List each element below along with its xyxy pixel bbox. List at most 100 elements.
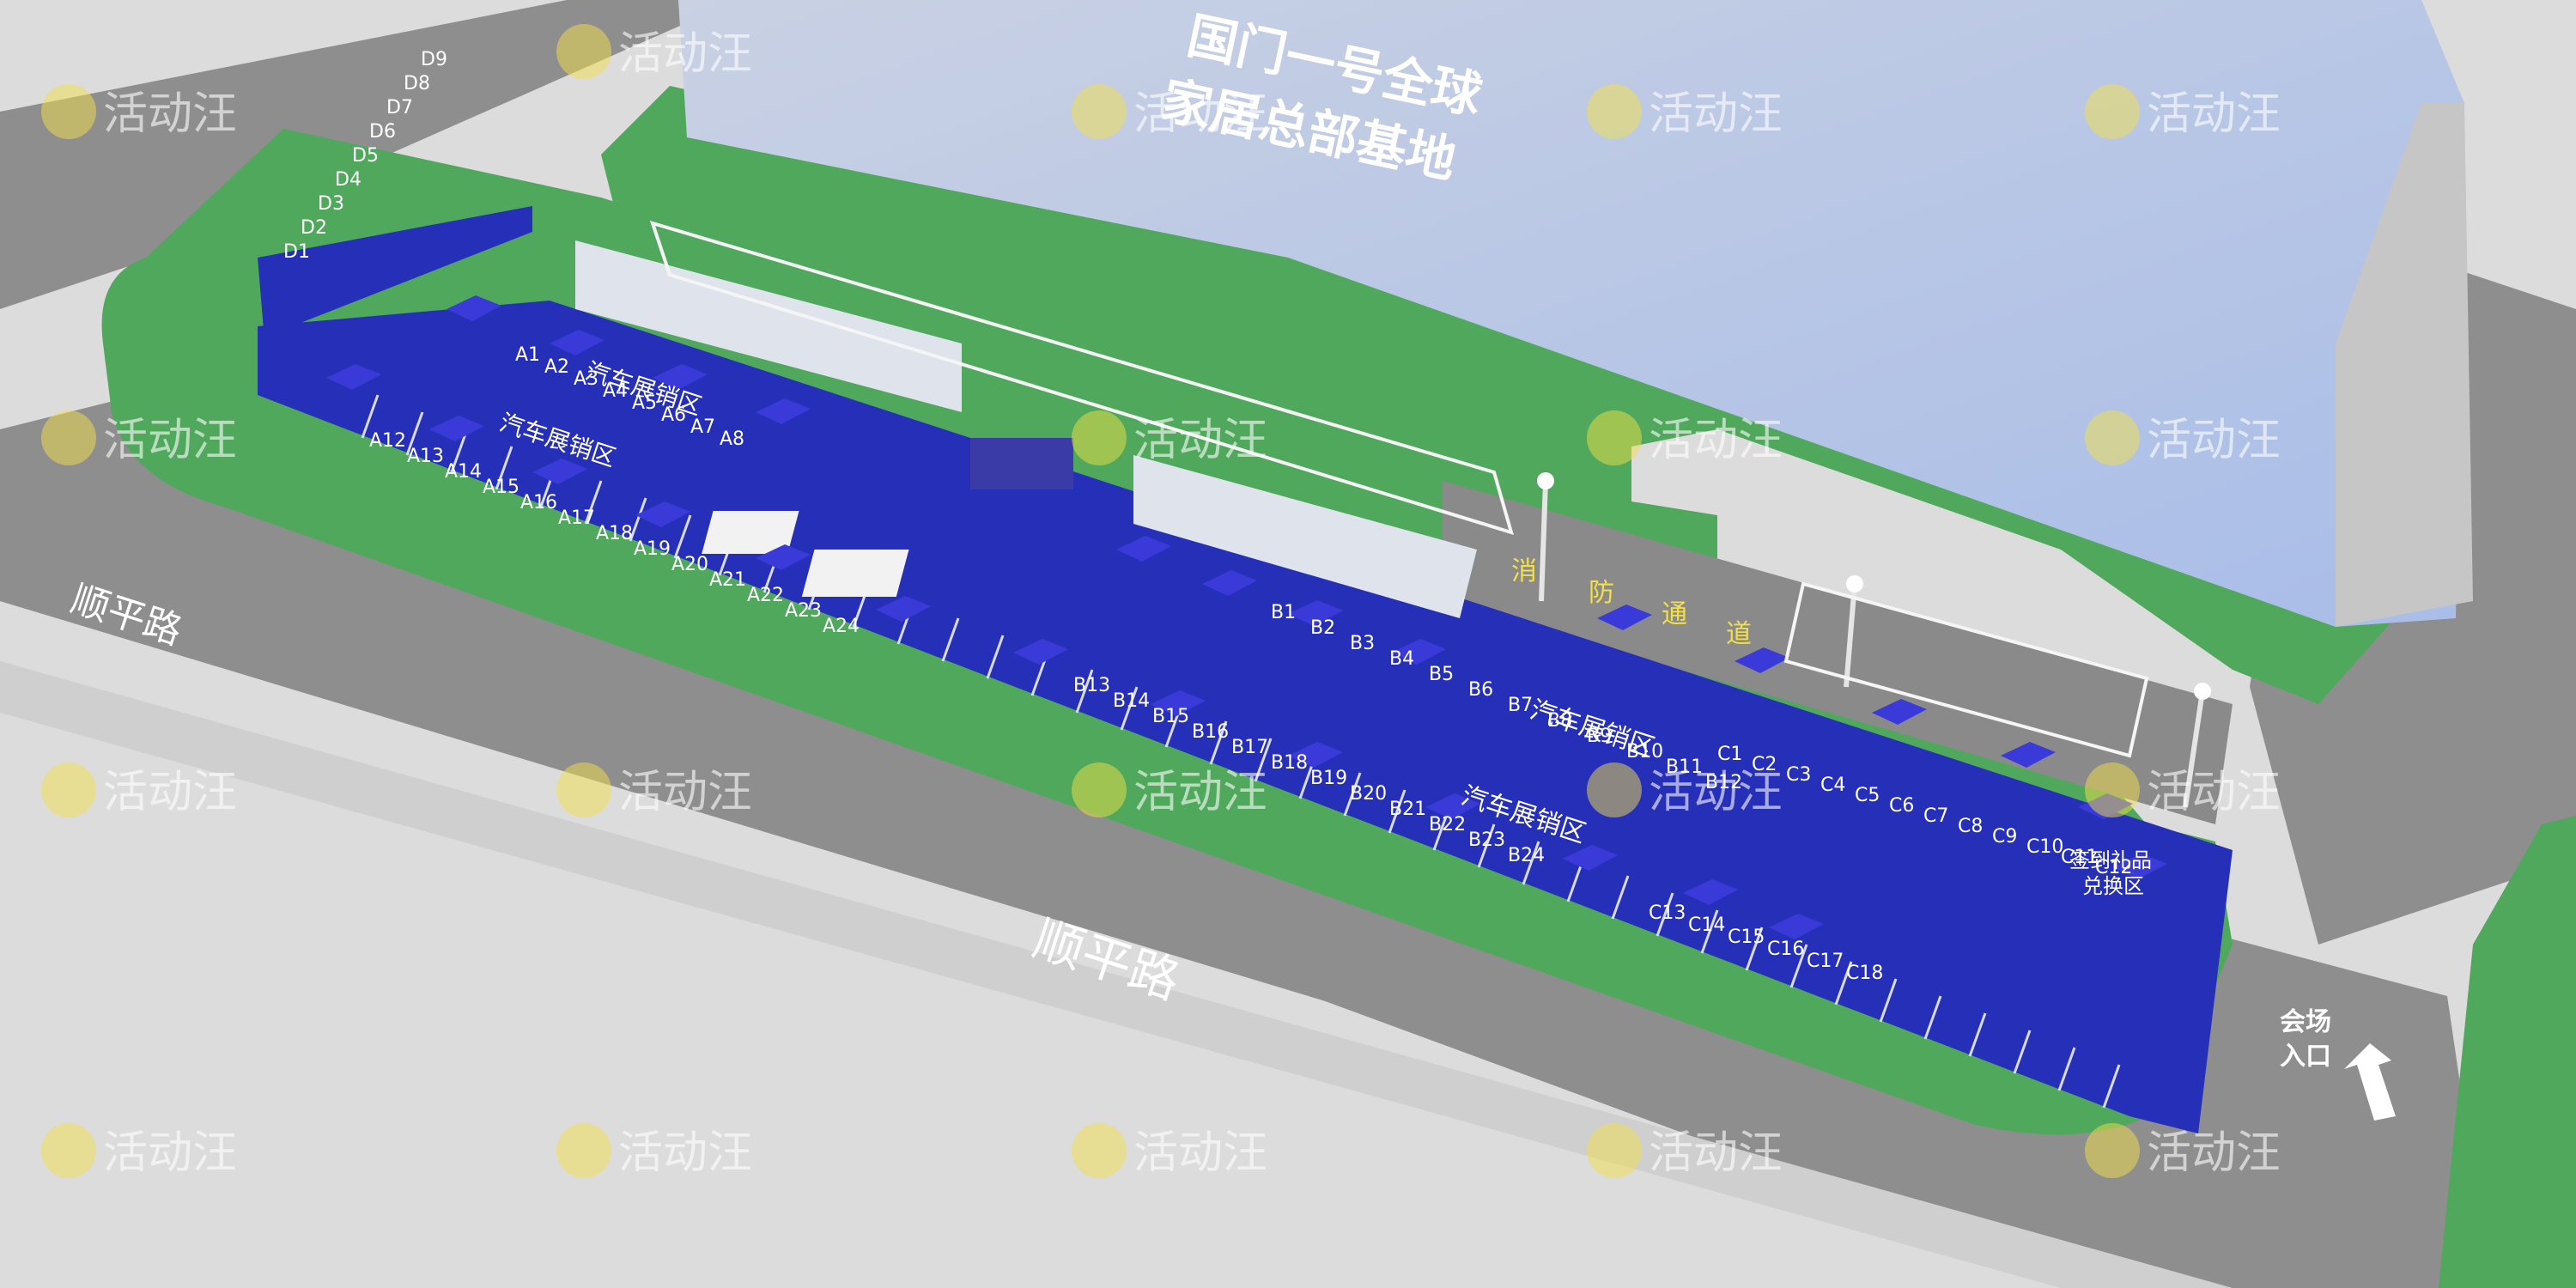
watermark-mascot-icon: [41, 84, 96, 139]
watermark-mascot-icon: [1587, 410, 1642, 465]
watermark: 活动汪: [103, 88, 237, 140]
parking-slot-a3: A3: [574, 368, 598, 390]
parking-slot-a16: A16: [520, 492, 557, 513]
watermark-mascot-icon: [41, 762, 96, 817]
parking-slot-a21: A21: [709, 569, 746, 591]
parking-slot-a23: A23: [785, 600, 822, 622]
parking-slot-b1: B1: [1271, 602, 1296, 623]
fire-lane-char-4: 道: [1726, 619, 1752, 649]
parking-slot-b19: B19: [1310, 768, 1347, 789]
parking-slot-b18: B18: [1271, 752, 1308, 774]
parking-slot-c1: C1: [1717, 744, 1742, 765]
watermark: 活动汪: [1133, 88, 1267, 140]
parking-slot-a12: A12: [369, 430, 406, 452]
parking-slot-b20: B20: [1350, 783, 1387, 805]
parking-slot-a7: A7: [690, 416, 715, 438]
parking-slot-b22: B22: [1429, 814, 1466, 835]
watermark-mascot-icon: [1587, 762, 1642, 817]
watermark: 活动汪: [103, 767, 237, 818]
watermark: 活动汪: [103, 1127, 237, 1179]
fire-lane-char-1: 消: [1511, 556, 1537, 586]
watermark-mascot-icon: [1072, 1123, 1127, 1178]
parking-slot-c13: C13: [1649, 902, 1686, 924]
parking-slot-a18: A18: [596, 523, 633, 544]
watermark-mascot-icon: [41, 410, 96, 465]
watermark-mascot-icon: [41, 1123, 96, 1178]
entrance-label-line2: 入口: [2280, 1042, 2331, 1072]
parking-slot-c5: C5: [1855, 785, 1880, 806]
watermark-mascot-icon: [1587, 84, 1642, 139]
parking-slot-b21: B21: [1389, 799, 1426, 820]
watermark-mascot-icon: [1072, 410, 1127, 465]
parking-slot-d5: D5: [352, 145, 379, 167]
parking-slot-c14: C14: [1688, 914, 1725, 936]
main-stage: [970, 438, 1073, 489]
parking-slot-b2: B2: [1310, 617, 1335, 639]
watermark: 活动汪: [1649, 88, 1783, 140]
parking-slot-c10: C10: [2026, 836, 2063, 858]
parking-slot-b13: B13: [1073, 675, 1110, 696]
parking-slot-d4: D4: [335, 169, 361, 191]
watermark: 活动汪: [1649, 415, 1783, 466]
watermark: 活动汪: [618, 767, 752, 818]
parking-slot-a17: A17: [558, 507, 595, 529]
watermark-mascot-icon: [556, 24, 611, 79]
parking-slot-c8: C8: [1958, 816, 1983, 837]
parking-slot-c15: C15: [1728, 927, 1765, 948]
entrance-label-line1: 会场: [2280, 1007, 2331, 1037]
parking-slot-b7: B7: [1508, 695, 1533, 716]
parking-slot-c18: C18: [1846, 963, 1883, 984]
fire-lane-char-3: 通: [1662, 599, 1687, 629]
fire-lane-char-2: 防: [1589, 578, 1614, 608]
parking-slot-b24: B24: [1508, 845, 1545, 866]
parking-slot-b3: B3: [1350, 633, 1375, 654]
parking-slot-a4: A4: [603, 380, 628, 402]
parking-slot-b5: B5: [1429, 664, 1454, 685]
watermark-mascot-icon: [1072, 762, 1127, 817]
parking-slot-c6: C6: [1889, 795, 1914, 817]
seating-block-2: [801, 550, 909, 597]
watermark-mascot-icon: [2085, 1123, 2140, 1178]
parking-slot-b23: B23: [1468, 829, 1505, 851]
parking-slot-a5: A5: [632, 392, 657, 414]
watermark: 活动汪: [103, 415, 237, 466]
watermark: 活动汪: [1649, 767, 1783, 818]
parking-slot-b6: B6: [1468, 679, 1493, 701]
parking-slot-b9: B9: [1587, 726, 1612, 747]
parking-slot-b8: B8: [1547, 710, 1572, 732]
watermark-mascot-icon: [2085, 762, 2140, 817]
parking-slot-a1: A1: [515, 344, 540, 366]
parking-slot-d2: D2: [301, 217, 327, 239]
parking-slot-d7: D7: [386, 97, 413, 118]
watermark-mascot-icon: [556, 1123, 611, 1178]
parking-slot-d6: D6: [369, 121, 396, 143]
parking-slot-a20: A20: [671, 554, 708, 575]
parking-slot-b14: B14: [1113, 690, 1150, 712]
parking-slot-c3: C3: [1786, 764, 1811, 786]
parking-slot-c17: C17: [1807, 951, 1844, 972]
parking-slot-c16: C16: [1767, 939, 1804, 960]
watermark: 活动汪: [2147, 1127, 2281, 1179]
watermark-mascot-icon: [556, 762, 611, 817]
parking-slot-c12: C12: [2095, 857, 2132, 878]
parking-slot-d9: D9: [421, 49, 447, 70]
watermark: 活动汪: [2147, 415, 2281, 466]
parking-slot-b16: B16: [1192, 721, 1229, 743]
watermark: 活动汪: [1649, 1127, 1783, 1179]
watermark: 活动汪: [618, 28, 752, 80]
parking-slot-a19: A19: [634, 538, 671, 560]
parking-slot-a14: A14: [445, 461, 482, 483]
parking-slot-a24: A24: [823, 616, 860, 637]
parking-slot-b15: B15: [1152, 706, 1189, 727]
watermark-mascot-icon: [2085, 410, 2140, 465]
parking-slot-c7: C7: [1923, 805, 1948, 827]
parking-slot-a6: A6: [661, 404, 686, 426]
watermark: 活动汪: [1133, 1127, 1267, 1179]
parking-slot-d8: D8: [404, 73, 430, 94]
parking-slot-b17: B17: [1231, 737, 1268, 758]
parking-slot-a13: A13: [407, 446, 444, 467]
watermark-mascot-icon: [1587, 1123, 1642, 1178]
watermark: 活动汪: [2147, 767, 2281, 818]
parking-slot-a2: A2: [544, 356, 569, 378]
parking-slot-c11: C11: [2061, 847, 2098, 868]
